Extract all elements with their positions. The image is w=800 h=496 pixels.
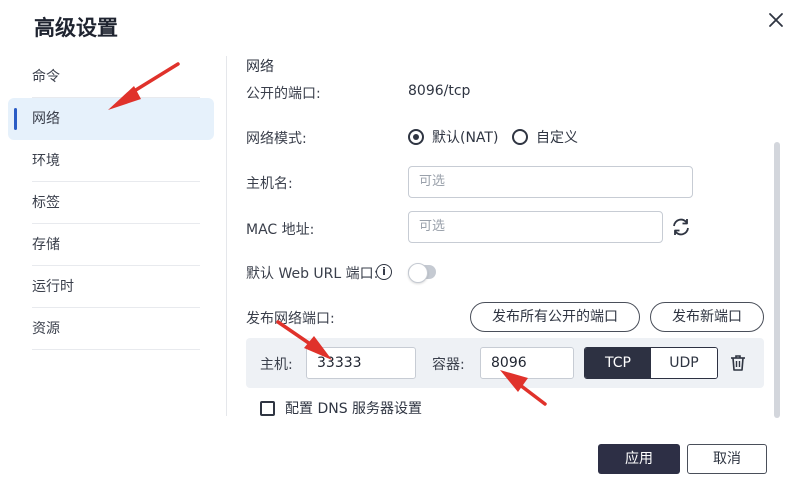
sidebar-item-label: 环境 [32,153,60,169]
apply-button[interactable]: 应用 [598,444,680,474]
protocol-tcp[interactable]: TCP [585,348,651,378]
trash-icon[interactable] [728,353,748,373]
advanced-settings-dialog: 高级设置 命令 网络 环境 标签 存储 运行时 资源 网络 公开的端口: 809… [0,0,800,496]
sidebar-item-environment[interactable]: 环境 [8,140,214,182]
publish-all-ports-button[interactable]: 发布所有公开的端口 [470,302,640,332]
protocol-selector: TCP UDP [584,347,718,379]
sidebar-item-runtime[interactable]: 运行时 [8,266,214,308]
sidebar-item-label: 运行时 [32,279,74,295]
sidebar-item-command[interactable]: 命令 [8,56,214,98]
content-scrollbar[interactable] [774,142,780,418]
host-port-input[interactable]: 33333 [306,347,416,379]
close-icon[interactable] [766,10,786,30]
dialog-title: 高级设置 [34,16,118,40]
network-settings-panel: 网络 公开的端口: 8096/tcp 网络模式: 默认(NAT) 自定义 主机名… [246,52,776,422]
host-port-label: 主机: [260,357,293,373]
radio-custom[interactable]: 自定义 [512,127,578,147]
web-url-port-toggle[interactable] [408,263,436,283]
radio-default-nat[interactable]: 默认(NAT) [408,127,498,147]
sidebar-item-label: 网络 [32,111,60,127]
radio-unchecked-icon [512,129,528,145]
refresh-icon[interactable] [670,216,692,238]
radio-label: 自定义 [536,130,578,146]
publish-ports-label: 发布网络端口: [246,311,335,327]
hostname-label: 主机名: [246,176,293,192]
hostname-input[interactable]: 可选 [408,166,693,198]
exposed-ports-value: 8096/tcp [408,83,471,99]
radio-checked-icon [408,129,424,145]
port-mapping-row: 主机: 33333 容器: 8096 TCP UDP [246,338,764,388]
section-title: 网络 [246,59,274,75]
sidebar-divider [226,56,227,416]
dns-settings-label: 配置 DNS 服务器设置 [285,401,423,417]
checkbox-unchecked-icon [260,400,275,416]
cancel-button[interactable]: 取消 [687,444,767,474]
mac-address-input[interactable]: 可选 [408,211,663,243]
sidebar-item-label: 标签 [32,195,60,211]
exposed-ports-label: 公开的端口: [246,86,321,102]
sidebar-item-label: 资源 [32,321,60,337]
container-port-input[interactable]: 8096 [480,347,574,379]
sidebar-item-storage[interactable]: 存储 [8,224,214,266]
sidebar-item-resources[interactable]: 资源 [8,308,214,350]
publish-new-port-button[interactable]: 发布新端口 [650,302,764,332]
sidebar-item-label: 命令 [32,69,60,85]
info-icon[interactable]: i [376,264,392,280]
sidebar-item-label: 存储 [32,237,60,253]
dns-settings-checkbox[interactable]: 配置 DNS 服务器设置 [260,398,422,418]
protocol-udp[interactable]: UDP [651,348,717,378]
sidebar-item-network[interactable]: 网络 [8,98,214,140]
sidebar-item-labels[interactable]: 标签 [8,182,214,224]
mac-address-label: MAC 地址: [246,222,315,238]
settings-sidebar: 命令 网络 环境 标签 存储 运行时 资源 [8,56,214,350]
container-port-label: 容器: [432,357,465,373]
radio-label: 默认(NAT) [432,130,499,146]
web-url-port-label: 默认 Web URL 端口: [246,266,379,282]
network-mode-label: 网络模式: [246,131,307,147]
